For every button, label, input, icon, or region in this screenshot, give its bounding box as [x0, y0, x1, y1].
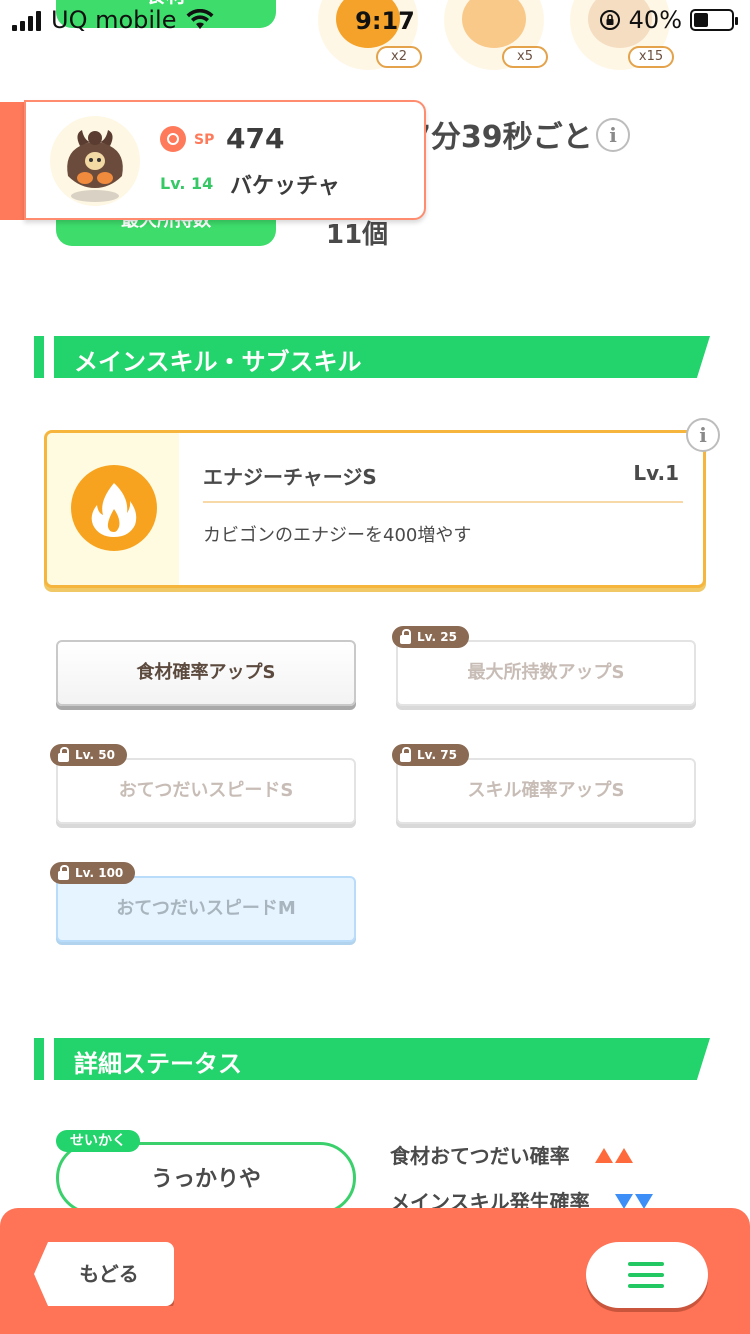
bottom-bar: もどる: [0, 1208, 750, 1334]
ingredient-qty: x2: [376, 46, 422, 68]
pokemon-avatar: [50, 116, 140, 206]
status-bar: UQ mobile 9:17 40%: [0, 0, 750, 42]
lock-badge: Lv. 25: [392, 626, 469, 648]
pokemon-level: Lv. 14: [160, 174, 214, 193]
menu-button[interactable]: [586, 1242, 708, 1308]
sp-icon: [160, 126, 186, 152]
arrow-up-icon: [593, 1144, 633, 1168]
battery-percent: 40%: [628, 6, 682, 34]
nature-value[interactable]: うっかりや: [56, 1142, 356, 1214]
info-icon[interactable]: i: [596, 118, 630, 152]
main-skill-level: Lv.1: [633, 461, 679, 485]
sub-skill-button[interactable]: 最大所持数アップS: [396, 640, 696, 706]
header-accent-bar: [34, 336, 44, 378]
status-left: UQ mobile: [12, 6, 214, 34]
battery-icon: [690, 9, 738, 31]
main-skill-card[interactable]: エナジーチャージS Lv.1 カビゴンのエナジーを400増やす: [44, 430, 706, 588]
skills-section-header: メインスキル・サブスキル: [34, 336, 710, 378]
sp-value: 474: [226, 122, 285, 155]
divider: [203, 501, 683, 503]
lock-icon: [400, 746, 411, 762]
nature-up-label: 食材おてつだい確率: [390, 1144, 570, 1168]
back-button[interactable]: もどる: [34, 1242, 174, 1306]
lock-icon: [58, 864, 69, 880]
nature-label: せいかく: [56, 1130, 140, 1152]
unlock-level: Lv. 100: [75, 866, 124, 880]
sub-skill-button[interactable]: おてつだいスピードM: [56, 876, 356, 942]
status-right: 40%: [599, 6, 738, 34]
sub-skill-button[interactable]: 食材確率アップS: [56, 640, 356, 706]
unlock-level: Lv. 25: [417, 630, 457, 644]
unlock-level: Lv. 75: [417, 748, 457, 762]
sp-label: SP: [194, 132, 215, 148]
carrier-name: UQ mobile: [51, 6, 177, 34]
unlock-level: Lv. 50: [75, 748, 115, 762]
info-icon[interactable]: i: [686, 418, 720, 452]
ingredient-qty: x15: [628, 46, 674, 68]
nature-up-row: 食材おてつだい確率: [390, 1140, 633, 1169]
pokemon-name: バケッチャ: [230, 174, 340, 199]
clock: 9:17: [355, 7, 415, 35]
lock-badge: Lv. 50: [50, 744, 127, 766]
lock-icon: [58, 746, 69, 762]
sub-skill-button[interactable]: スキル確率アップS: [396, 758, 696, 824]
lock-badge: Lv. 100: [50, 862, 136, 884]
wifi-icon: [186, 9, 214, 29]
help-interval: 7分39秒ごと: [410, 120, 593, 155]
orientation-lock-icon: [599, 10, 620, 30]
signal-icon: [12, 9, 41, 31]
main-skill-description: カビゴンのエナジーを400増やす: [203, 525, 472, 546]
status-section-header: 詳細ステータス: [34, 1038, 710, 1080]
pumpkaboo-icon: [67, 130, 123, 202]
section-title: 詳細ステータス: [74, 1050, 242, 1078]
skill-icon-panel: [47, 433, 179, 585]
section-title: メインスキル・サブスキル: [74, 348, 362, 376]
pokemon-card[interactable]: SP 474 Lv. 14 バケッチャ: [24, 100, 426, 220]
header-accent-bar: [34, 1038, 44, 1080]
main-skill-name: エナジーチャージS: [203, 465, 377, 489]
lock-icon: [400, 628, 411, 644]
sub-skill-button[interactable]: おてつだいスピードS: [56, 758, 356, 824]
lock-badge: Lv. 75: [392, 744, 469, 766]
ingredient-qty: x5: [502, 46, 548, 68]
flame-icon: [71, 465, 157, 551]
